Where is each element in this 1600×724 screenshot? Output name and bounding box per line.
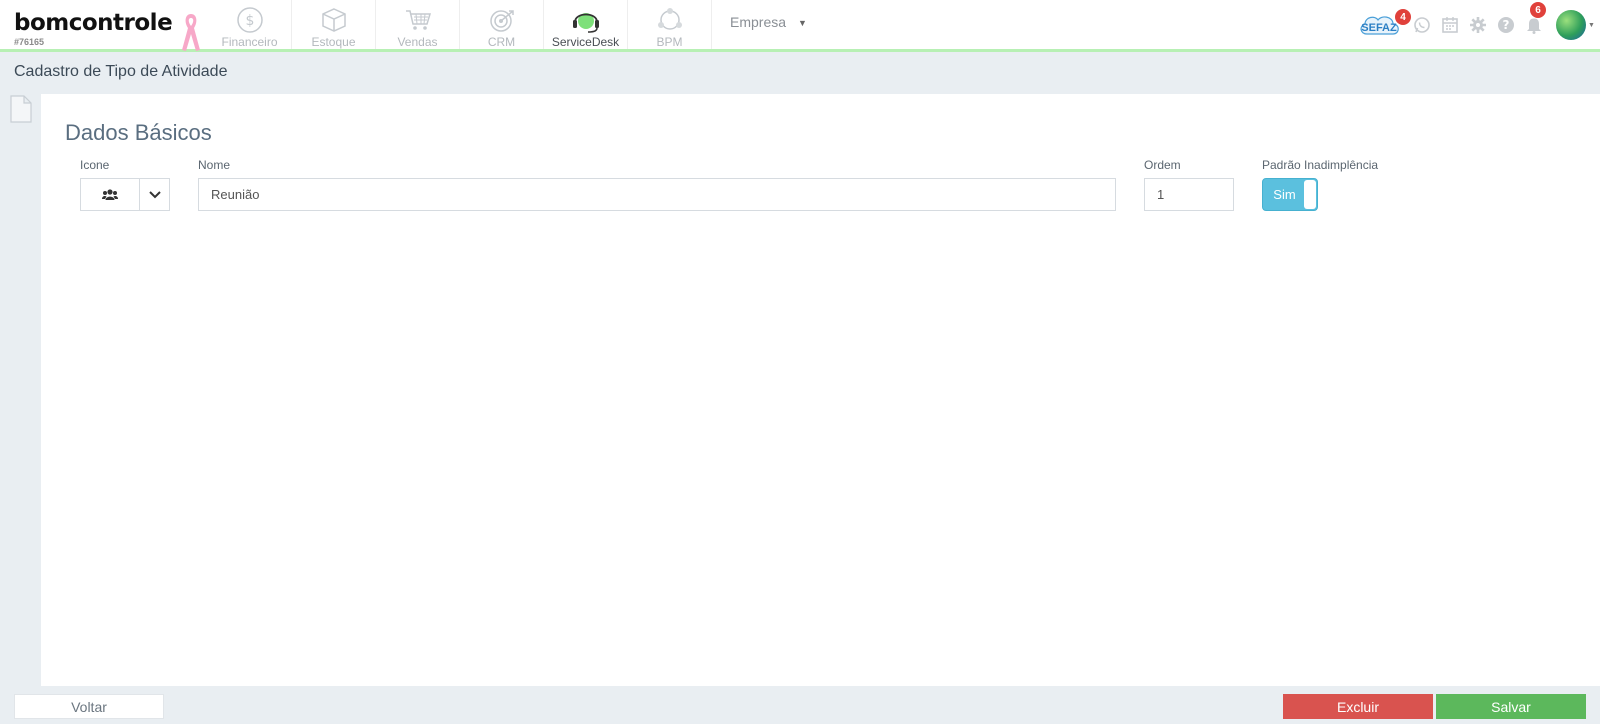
document-icon[interactable] — [10, 95, 32, 123]
selected-icon-display[interactable] — [81, 179, 140, 210]
avatar-caret-icon[interactable]: ▼ — [1588, 22, 1595, 29]
module-financeiro[interactable]: $ Financeiro — [208, 0, 292, 49]
whatsapp-icon[interactable] — [1412, 15, 1432, 35]
account-id: #76165 — [14, 37, 45, 47]
chevron-down-icon — [148, 190, 161, 198]
help-icon[interactable]: ? — [1496, 15, 1516, 35]
module-crm-label: CRM — [487, 35, 516, 49]
module-bpm-label: BPM — [656, 35, 683, 49]
nome-label: Nome — [198, 158, 231, 172]
module-servicedesk-label: ServiceDesk — [551, 35, 620, 49]
sefaz-label: SEFAZ — [1361, 22, 1397, 34]
module-crm[interactable]: CRM — [460, 0, 544, 49]
top-navigation-bar: bomcontrole #76165 $ Financeiro Estoque … — [0, 0, 1600, 52]
icon-select-toggle[interactable] — [140, 179, 169, 210]
svg-text:?: ? — [1503, 18, 1510, 32]
target-icon — [489, 10, 514, 32]
caret-down-icon: ▼ — [798, 18, 807, 29]
page-title: Cadastro de Tipo de Atividade — [14, 63, 228, 80]
gear-icon[interactable] — [1468, 15, 1488, 35]
module-servicedesk[interactable]: ServiceDesk — [544, 0, 628, 49]
nome-input[interactable] — [198, 178, 1116, 211]
pink-ribbon-icon — [182, 14, 200, 51]
module-nav: $ Financeiro Estoque Vendas CRM ServiceD… — [208, 0, 712, 49]
padrao-inadimplencia-toggle[interactable]: Sim — [1262, 178, 1318, 211]
notifications-badge: 6 — [1530, 2, 1546, 18]
company-dropdown[interactable]: Empresa ▼ — [730, 14, 807, 30]
headset-icon — [572, 13, 599, 33]
back-button[interactable]: Voltar — [14, 694, 164, 719]
section-title: Dados Básicos — [65, 120, 212, 145]
ordem-label: Ordem — [1144, 158, 1181, 172]
module-estoque[interactable]: Estoque — [292, 0, 376, 49]
dollar-circle-icon: $ — [236, 7, 263, 33]
module-estoque-label: Estoque — [311, 35, 356, 49]
save-button[interactable]: Salvar — [1436, 694, 1586, 719]
ordem-input[interactable] — [1144, 178, 1234, 211]
icone-label: Icone — [80, 158, 110, 172]
form-panel: Dados Básicos Icone Nome Ordem Padrão In… — [41, 94, 1600, 686]
padrao-inadimplencia-label: Padrão Inadimplência — [1262, 158, 1379, 172]
box-icon — [321, 8, 346, 32]
module-vendas-label: Vendas — [397, 35, 438, 49]
user-avatar[interactable] — [1556, 10, 1586, 40]
cart-icon — [405, 10, 431, 30]
module-bpm[interactable]: BPM — [628, 0, 712, 49]
workflow-icon — [657, 8, 682, 30]
app-logo[interactable]: bomcontrole — [14, 10, 173, 36]
toggle-knob — [1304, 180, 1316, 209]
bell-icon[interactable] — [1524, 15, 1544, 35]
company-dropdown-label: Empresa — [730, 14, 787, 30]
module-vendas[interactable]: Vendas — [376, 0, 460, 49]
icon-select[interactable] — [80, 178, 170, 211]
calendar-icon[interactable] — [1440, 15, 1460, 35]
sefaz-badge: 4 — [1395, 9, 1411, 25]
svg-text:$: $ — [245, 13, 254, 29]
delete-button[interactable]: Excluir — [1283, 694, 1433, 719]
module-financeiro-label: Financeiro — [221, 35, 278, 49]
toggle-state-label: Sim — [1273, 187, 1296, 202]
users-icon — [102, 188, 118, 200]
